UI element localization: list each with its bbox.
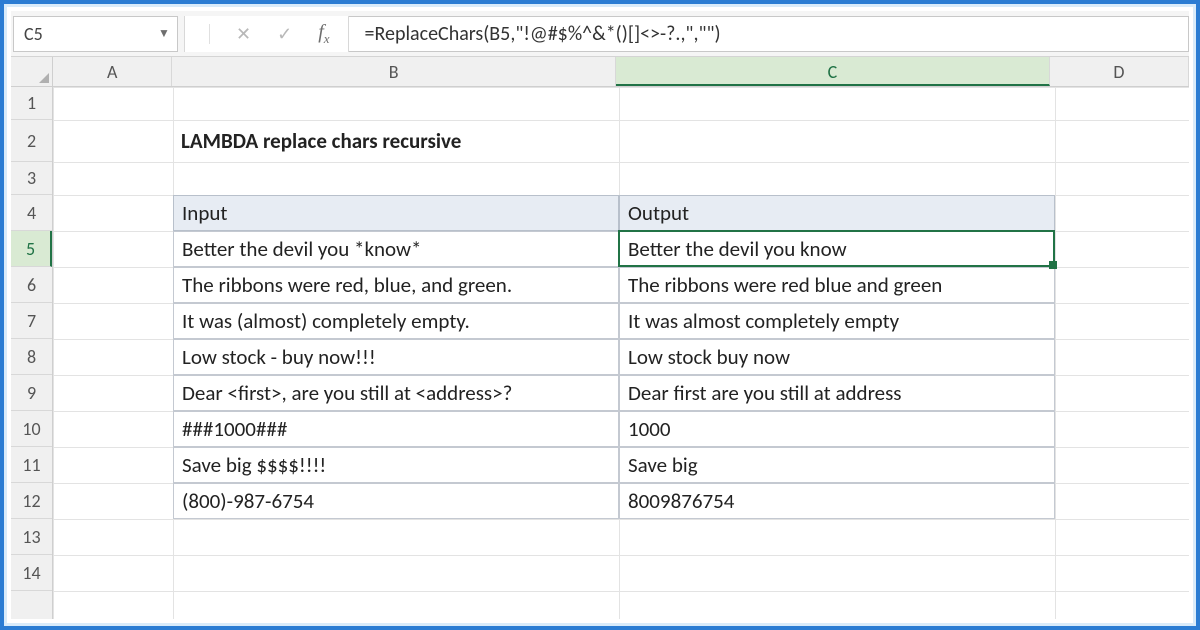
fx-icon[interactable]: fx: [318, 22, 329, 45]
cell-B9[interactable]: Dear <first>, are you still at <address>…: [173, 375, 619, 411]
cell-C12[interactable]: 8009876754: [619, 483, 1055, 519]
cell-C11[interactable]: Save big: [619, 447, 1055, 483]
name-box[interactable]: C5 ▼: [13, 16, 178, 52]
formula-bar: C5 ▼ ✕ ✓ fx =ReplaceChars(B5,"!@#$%^&*()…: [11, 11, 1189, 57]
column-header-D[interactable]: D: [1050, 57, 1189, 86]
select-all-corner[interactable]: [11, 57, 53, 87]
name-box-dropdown-icon[interactable]: ▼: [151, 26, 177, 41]
cell-B12[interactable]: (800)-987-6754: [173, 483, 619, 519]
page-title[interactable]: LAMBDA replace chars recursive: [173, 120, 619, 162]
cell-B6[interactable]: The ribbons were red, blue, and green.: [173, 267, 619, 303]
cancel-icon[interactable]: ✕: [236, 25, 251, 43]
cell-B8[interactable]: Low stock - buy now!!!: [173, 339, 619, 375]
table-header-input[interactable]: Input: [173, 195, 619, 231]
table-header-output[interactable]: Output: [619, 195, 1055, 231]
row-header-5[interactable]: 5: [11, 231, 52, 267]
formula-input[interactable]: =ReplaceChars(B5,"!@#$%^&*()[]<>-?.,",""…: [349, 16, 1189, 52]
separator: [209, 24, 210, 44]
row-header-9[interactable]: 9: [11, 375, 52, 411]
name-box-value: C5: [14, 23, 151, 45]
row-header-8[interactable]: 8: [11, 339, 52, 375]
row-header-12[interactable]: 12: [11, 483, 52, 519]
row-header-10[interactable]: 10: [11, 411, 52, 447]
cell-C9[interactable]: Dear first are you still at address: [619, 375, 1055, 411]
formula-bar-icons: ✕ ✓ fx: [184, 16, 349, 52]
row-header-11[interactable]: 11: [11, 447, 52, 483]
column-header-B[interactable]: B: [172, 57, 616, 86]
cell-C10[interactable]: 1000: [619, 411, 1055, 447]
row-header-3[interactable]: 3: [11, 162, 52, 195]
row-header-6[interactable]: 6: [11, 267, 52, 303]
row-header-1[interactable]: 1: [11, 87, 52, 120]
cell-C5[interactable]: Better the devil you know: [619, 231, 1055, 267]
row-header-4[interactable]: 4: [11, 195, 52, 231]
worksheet-grid[interactable]: ABCD 1234567891011121314 LAMBDA replace …: [11, 57, 1189, 619]
column-header-A[interactable]: A: [53, 57, 172, 86]
enter-icon[interactable]: ✓: [277, 25, 292, 43]
row-header-7[interactable]: 7: [11, 303, 52, 339]
formula-text: =ReplaceChars(B5,"!@#$%^&*()[]<>-?.,",""…: [365, 22, 721, 46]
cell-C6[interactable]: The ribbons were red blue and green: [619, 267, 1055, 303]
row-headers: 1234567891011121314: [11, 87, 53, 619]
cell-C7[interactable]: It was almost completely empty: [619, 303, 1055, 339]
cell-B5[interactable]: Better the devil you *know*: [173, 231, 619, 267]
row-header-2[interactable]: 2: [11, 120, 52, 162]
row-header-13[interactable]: 13: [11, 519, 52, 555]
cell-B7[interactable]: It was (almost) completely empty.: [173, 303, 619, 339]
cell-B10[interactable]: ###1000###: [173, 411, 619, 447]
row-header-14[interactable]: 14: [11, 555, 52, 591]
column-headers: ABCD: [53, 57, 1189, 87]
cell-B11[interactable]: Save big $$$$!!!!: [173, 447, 619, 483]
excel-window: C5 ▼ ✕ ✓ fx =ReplaceChars(B5,"!@#$%^&*()…: [11, 11, 1189, 619]
cell-C8[interactable]: Low stock buy now: [619, 339, 1055, 375]
column-header-C[interactable]: C: [616, 57, 1050, 86]
cells-area[interactable]: LAMBDA replace chars recursive InputOutpu…: [53, 87, 1189, 619]
